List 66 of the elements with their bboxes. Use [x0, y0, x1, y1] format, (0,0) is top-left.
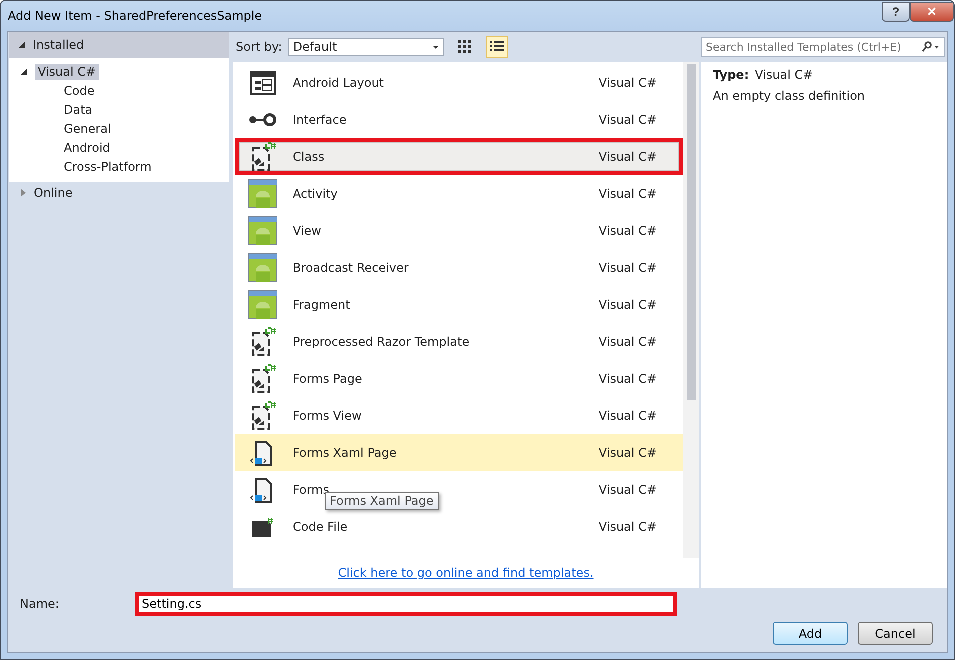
window-title: Add New Item - SharedPreferencesSample [8, 9, 264, 23]
tree-item[interactable]: Online [34, 186, 73, 200]
template-name[interactable]: Android Layout [293, 76, 599, 90]
template-language: Visual C# [598, 150, 657, 164]
tree-item[interactable]: Android [61, 140, 114, 156]
class-file-icon [249, 364, 277, 394]
tree-item[interactable]: General [61, 120, 114, 136]
class-file-icon [249, 142, 277, 172]
android-icon [248, 290, 278, 320]
search-icon [922, 41, 940, 53]
template-language: Visual C# [598, 446, 657, 460]
type-label: Type: [713, 68, 750, 82]
tree-item[interactable]: Data [61, 102, 96, 118]
help-button[interactable]: ? [882, 2, 910, 22]
android-icon [248, 216, 278, 246]
template-language: Visual C# [598, 408, 657, 422]
layout-icon [249, 70, 277, 96]
list-icon [490, 40, 504, 54]
template-name: Class [293, 150, 326, 164]
template-name[interactable]: Interface [293, 112, 599, 126]
template-language: Visual C# [598, 112, 657, 126]
template-name[interactable]: Code File [293, 520, 599, 534]
template-language: Visual C# [598, 260, 657, 274]
name-label: Name: [20, 597, 60, 611]
template-name[interactable]: Activity [293, 186, 599, 200]
template-row[interactable]: Class Visual C# [235, 138, 683, 175]
template-language: Visual C# [598, 520, 657, 534]
installed-header[interactable]: Installed [9, 32, 229, 58]
search-field[interactable]: Search Installed Templates (Ctrl+E) [701, 37, 945, 57]
name-input-field[interactable]: Setting.cs [135, 592, 677, 616]
class-file-icon [249, 326, 277, 356]
expand-icon[interactable] [21, 68, 27, 74]
template-row[interactable]: Forms Xaml Page Visual C# [235, 434, 683, 471]
template-name[interactable]: Forms View [293, 408, 599, 422]
interface-icon [249, 112, 277, 126]
tooltip: Forms Xaml Page [325, 492, 439, 510]
scrollbar[interactable] [683, 62, 699, 558]
template-name[interactable]: View [293, 224, 599, 238]
description-text: An empty class definition [713, 89, 866, 103]
template-language: Visual C# [598, 334, 657, 348]
type-value: Visual C# [755, 68, 814, 82]
template-language: Visual C# [598, 76, 657, 90]
android-icon [248, 252, 278, 282]
template-language: Visual C# [598, 186, 657, 200]
template-language: Visual C# [598, 224, 657, 238]
template-name[interactable]: Forms Page [293, 372, 599, 386]
sort-dropdown[interactable]: Default [288, 38, 444, 56]
class-file-icon [249, 400, 277, 430]
template-name: Forms Xaml Page [293, 446, 398, 460]
online-templates-link[interactable]: Click here to go online and find templates. [338, 566, 594, 580]
tree-item[interactable]: Code [61, 82, 98, 98]
template-name[interactable]: Fragment [293, 298, 599, 312]
android-icon [248, 178, 278, 208]
grid-icon [458, 40, 472, 54]
cancel-button[interactable]: Cancel [858, 622, 933, 645]
template-language: Visual C# [598, 298, 657, 312]
list-view-button[interactable] [486, 36, 508, 58]
sort-label: Sort by: [236, 40, 282, 54]
tree-item[interactable]: Visual C# [35, 64, 100, 80]
section-label: Installed [33, 38, 84, 52]
tree-item[interactable]: Cross-Platform [61, 158, 155, 174]
template-name[interactable]: Preprocessed Razor Template [293, 334, 599, 348]
add-button[interactable]: Add [773, 622, 848, 645]
template-name[interactable]: Broadcast Receiver [293, 260, 599, 274]
template-language: Visual C# [598, 482, 657, 496]
template-language: Visual C# [598, 372, 657, 386]
